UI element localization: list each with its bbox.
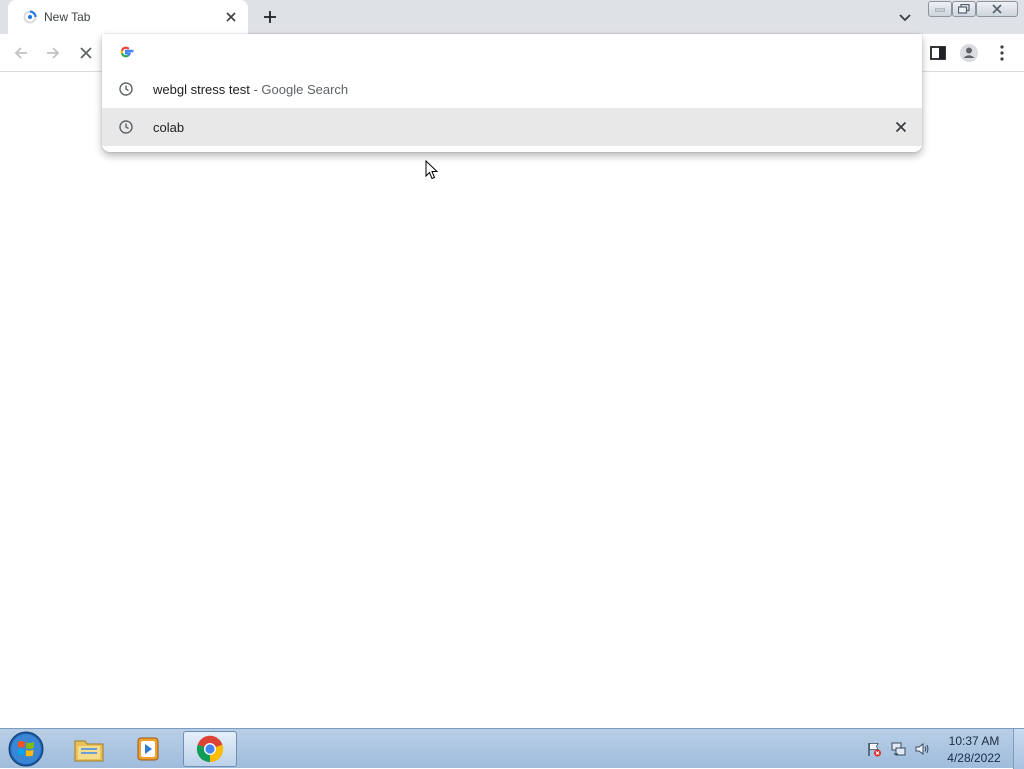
omnibox-bar <box>102 34 922 70</box>
media-player-icon <box>137 737 159 761</box>
tab-new-tab[interactable]: New Tab <box>8 0 248 34</box>
back-arrow-icon[interactable] <box>10 42 32 64</box>
restore-button[interactable] <box>952 1 976 17</box>
minimize-button[interactable] <box>928 1 952 17</box>
minimize-icon <box>935 8 945 12</box>
remove-suggestion-close-icon[interactable] <box>892 118 910 136</box>
taskbar-clock-date[interactable]: 4/28/2022 <box>938 751 1010 765</box>
suggestion-item-webgl-stress-test[interactable]: webgl stress test - Google Search <box>102 70 922 108</box>
profile-icon[interactable] <box>958 42 980 64</box>
taskbar-clock-time[interactable]: 10:37 AM <box>938 734 1010 748</box>
chrome-icon <box>196 735 224 763</box>
tab-close-icon[interactable] <box>222 8 240 26</box>
network-icon[interactable] <box>890 741 906 757</box>
stop-loading-icon[interactable] <box>75 42 97 64</box>
more-menu-icon[interactable] <box>991 42 1013 64</box>
forward-arrow-icon[interactable] <box>42 42 64 64</box>
side-panel-icon[interactable] <box>927 42 949 64</box>
suggestion-separator: - <box>253 82 258 97</box>
tab-strip: New Tab <box>0 0 1024 34</box>
windows-taskbar: 10:37 AM 4/28/2022 <box>0 728 1024 769</box>
address-input[interactable] <box>150 40 890 64</box>
windows-explorer-icon <box>74 740 104 762</box>
omnibox-popup: webgl stress test - Google Search colab <box>102 34 922 152</box>
loading-favicon-icon <box>23 10 37 24</box>
tab-title: New Tab <box>44 10 91 24</box>
taskbar-media-player[interactable] <box>122 731 176 767</box>
suggestion-source: Google Search <box>261 82 349 97</box>
action-center-flag-icon[interactable] <box>866 741 882 757</box>
taskbar-chrome[interactable] <box>183 731 237 767</box>
window-close-button[interactable] <box>976 1 1018 17</box>
show-desktop-button[interactable] <box>1013 729 1024 769</box>
history-clock-icon <box>119 120 133 134</box>
suggestion-item-colab[interactable]: colab <box>102 108 922 146</box>
taskbar-explorer[interactable] <box>62 731 116 767</box>
close-icon <box>992 4 1002 14</box>
suggestion-text-group: webgl stress test - Google Search <box>153 82 348 97</box>
plus-icon[interactable] <box>260 7 280 27</box>
suggestion-query: colab <box>153 120 185 135</box>
restore-icon <box>958 4 970 14</box>
history-clock-icon <box>119 82 133 96</box>
suggestion-query: webgl stress test <box>153 82 250 97</box>
google-g-icon <box>120 46 134 58</box>
windows-start-icon[interactable] <box>6 730 46 768</box>
chevron-down-icon[interactable] <box>896 8 914 26</box>
volume-icon[interactable] <box>914 741 930 757</box>
mouse-cursor-icon <box>425 160 439 180</box>
